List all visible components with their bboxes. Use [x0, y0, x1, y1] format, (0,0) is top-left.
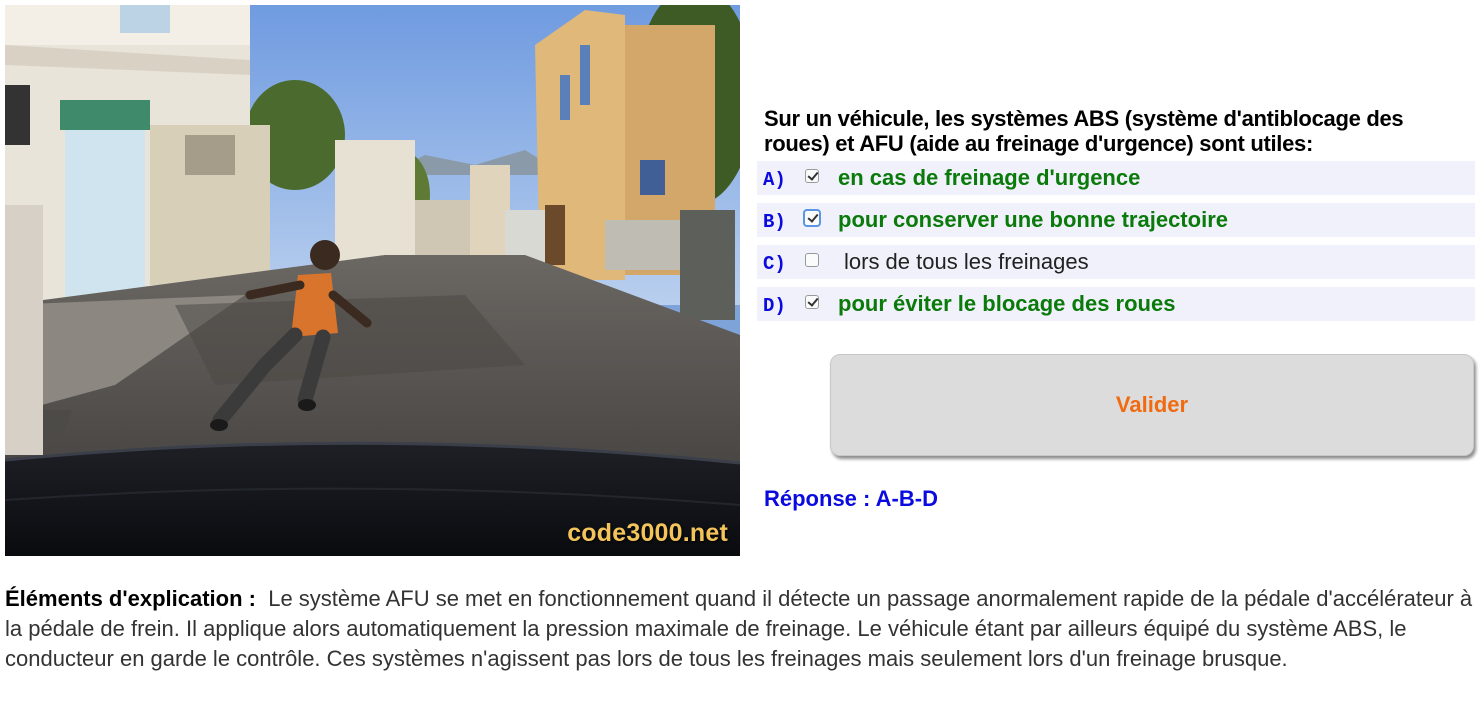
answer-letter: C): [763, 253, 786, 275]
answer-label: pour conserver une bonne trajectoire: [838, 207, 1228, 232]
question-text: Sur un véhicule, les systèmes ABS (systè…: [764, 106, 1404, 156]
checkbox-d[interactable]: [805, 295, 819, 309]
checkbox-a[interactable]: [805, 169, 819, 183]
answer-letter: A): [763, 169, 786, 191]
answer-row-a[interactable]: A) en cas de freinage d'urgence: [757, 161, 1475, 195]
answer-letter: B): [763, 211, 786, 233]
street-scene-illustration: [5, 5, 740, 556]
photo-watermark: code3000.net: [567, 519, 728, 547]
answer-label: en cas de freinage d'urgence: [838, 165, 1141, 190]
quiz-page: code3000.net Sur un véhicule, les systèm…: [0, 0, 1482, 710]
answer-row-b[interactable]: B) pour conserver une bonne trajectoire: [757, 203, 1475, 237]
explanation-block: Éléments d'explication : Le système AFU …: [5, 584, 1473, 674]
checkbox-c[interactable]: [805, 253, 819, 267]
explanation-label: Éléments d'explication :: [5, 586, 256, 611]
answer-label: lors de tous les freinages: [844, 249, 1089, 274]
answer-result: Réponse : A-B-D: [764, 486, 938, 511]
answer-label: pour éviter le blocage des roues: [838, 291, 1176, 316]
answer-row-d[interactable]: D) pour éviter le blocage des roues: [757, 287, 1475, 321]
question-photo: code3000.net: [5, 5, 740, 556]
checkbox-b[interactable]: [803, 209, 821, 227]
answer-row-c[interactable]: C) lors de tous les freinages: [757, 245, 1475, 279]
validate-button[interactable]: Valider: [830, 354, 1474, 456]
answer-letter: D): [763, 295, 786, 317]
